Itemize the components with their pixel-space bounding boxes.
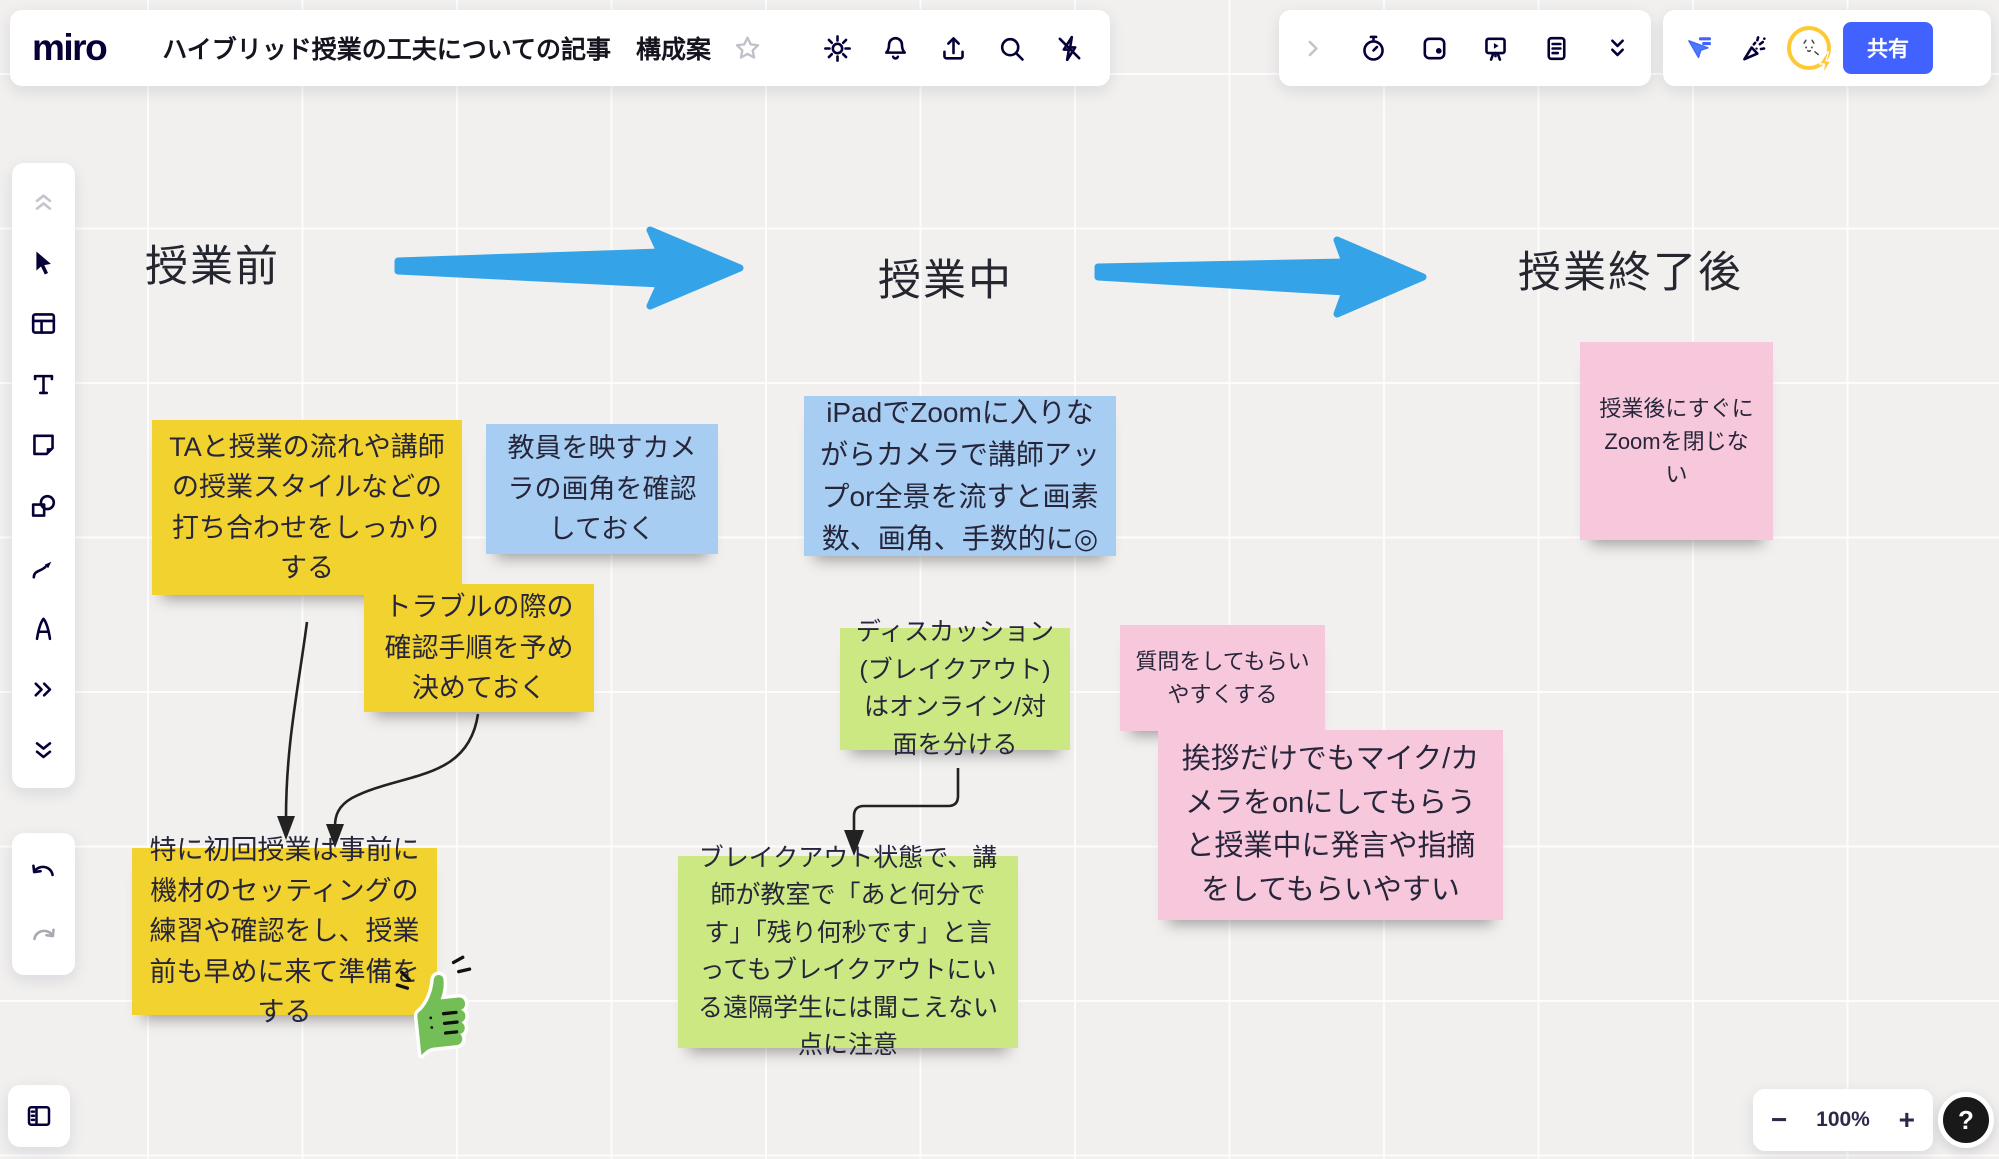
redo-icon[interactable] — [21, 913, 67, 959]
notes-doc-icon[interactable] — [1534, 25, 1580, 71]
creation-toolbar — [12, 163, 75, 788]
sticky-note[interactable]: 特に初回授業は事前に機材のセッティングの練習や確認をし、授業前も早めに来て準備を… — [132, 848, 437, 1015]
board-title[interactable]: ハイブリッド授業の工夫についての記事 構成案 — [162, 30, 711, 66]
zoom-out-button[interactable]: − — [1771, 1106, 1787, 1134]
miro-logo[interactable]: miro — [32, 27, 106, 69]
sticky-note-tool-icon[interactable] — [22, 423, 66, 467]
zoom-controls: − 100% + — [1753, 1089, 1933, 1151]
sticky-note[interactable]: ディスカッション(ブレイクアウト)はオンライン/対面を分ける — [840, 628, 1070, 750]
assistant-cat-icon[interactable] — [1787, 26, 1831, 70]
thumbs-up-sticker[interactable] — [391, 954, 487, 1066]
follow-cursor-icon[interactable] — [1675, 25, 1721, 71]
shapes-tool-icon[interactable] — [22, 484, 66, 528]
search-icon[interactable] — [989, 25, 1035, 71]
sticky-note[interactable]: 挨拶だけでもマイク/カメラをonにしてもらうと授業中に発言や指摘をしてもらいやす… — [1158, 730, 1503, 920]
favorite-star-icon[interactable] — [725, 25, 771, 71]
settings-gear-icon[interactable] — [815, 25, 861, 71]
help-button[interactable]: ? — [1938, 1092, 1994, 1148]
sticky-note[interactable]: 質問をしてもらいやすくする — [1120, 625, 1325, 731]
reactions-party-icon[interactable] — [1731, 25, 1777, 71]
collab-toolbar — [1279, 10, 1651, 86]
column-heading-before-class[interactable]: 授業前 — [145, 232, 280, 294]
sticky-note[interactable]: iPadでZoomに入りながらカメラで講師アップor全景を流すと画素数、画角、手… — [804, 396, 1116, 556]
sticky-note[interactable]: トラブルの際の確認手順を予め決めておく — [364, 584, 594, 712]
collapse-chevrons-up-icon[interactable] — [22, 179, 66, 223]
attention-off-lightning-icon[interactable] — [1047, 25, 1093, 71]
connection-line-tool-icon[interactable] — [22, 545, 66, 589]
frames-panel-toggle[interactable] — [8, 1085, 70, 1147]
sticky-note[interactable]: ブレイクアウト状態で、講師が教室で「あと何分です」「残り何秒です」と言ってもブレ… — [678, 856, 1018, 1048]
select-cursor-icon[interactable] — [22, 240, 66, 284]
presentation-icon[interactable] — [1473, 25, 1519, 71]
cards-icon[interactable] — [1411, 25, 1457, 71]
more-chevrons-down-icon[interactable] — [1595, 25, 1641, 71]
share-toolbar: 共有 — [1663, 10, 1991, 86]
timer-icon[interactable] — [1350, 25, 1396, 71]
board-header: miro ハイブリッド授業の工夫についての記事 構成案 — [10, 10, 1110, 86]
expand-chevron-icon[interactable] — [1289, 25, 1335, 71]
history-toolbar — [12, 833, 75, 975]
connector-2[interactable] — [326, 714, 478, 848]
frames-tool-icon[interactable] — [22, 301, 66, 345]
sticky-note[interactable]: TAと授業の流れや講師の授業スタイルなどの打ち合わせをしっかりする — [152, 420, 462, 595]
pen-tool-icon[interactable] — [22, 606, 66, 650]
sticky-note[interactable]: 授業後にすぐにZoomを閉じない — [1580, 342, 1773, 540]
more-tools-chevrons-right-icon[interactable] — [22, 667, 66, 711]
text-tool-icon[interactable] — [22, 362, 66, 406]
zoom-in-button[interactable]: + — [1899, 1106, 1915, 1134]
hidden-tools-chevrons-down-icon[interactable] — [22, 728, 66, 772]
zoom-level[interactable]: 100% — [1816, 1108, 1870, 1132]
bolt-icon — [1816, 51, 1834, 75]
flow-arrow-1[interactable] — [398, 230, 740, 306]
flow-arrow-2[interactable] — [1098, 240, 1423, 314]
column-heading-during-class[interactable]: 授業中 — [878, 246, 1013, 308]
column-heading-after-class[interactable]: 授業終了後 — [1518, 238, 1743, 300]
export-upload-icon[interactable] — [931, 25, 977, 71]
notifications-bell-icon[interactable] — [873, 25, 919, 71]
undo-icon[interactable] — [21, 849, 67, 895]
sticky-note[interactable]: 教員を映すカメラの画角を確認しておく — [486, 424, 718, 554]
share-button[interactable]: 共有 — [1843, 22, 1933, 74]
connector-1[interactable] — [277, 622, 307, 840]
